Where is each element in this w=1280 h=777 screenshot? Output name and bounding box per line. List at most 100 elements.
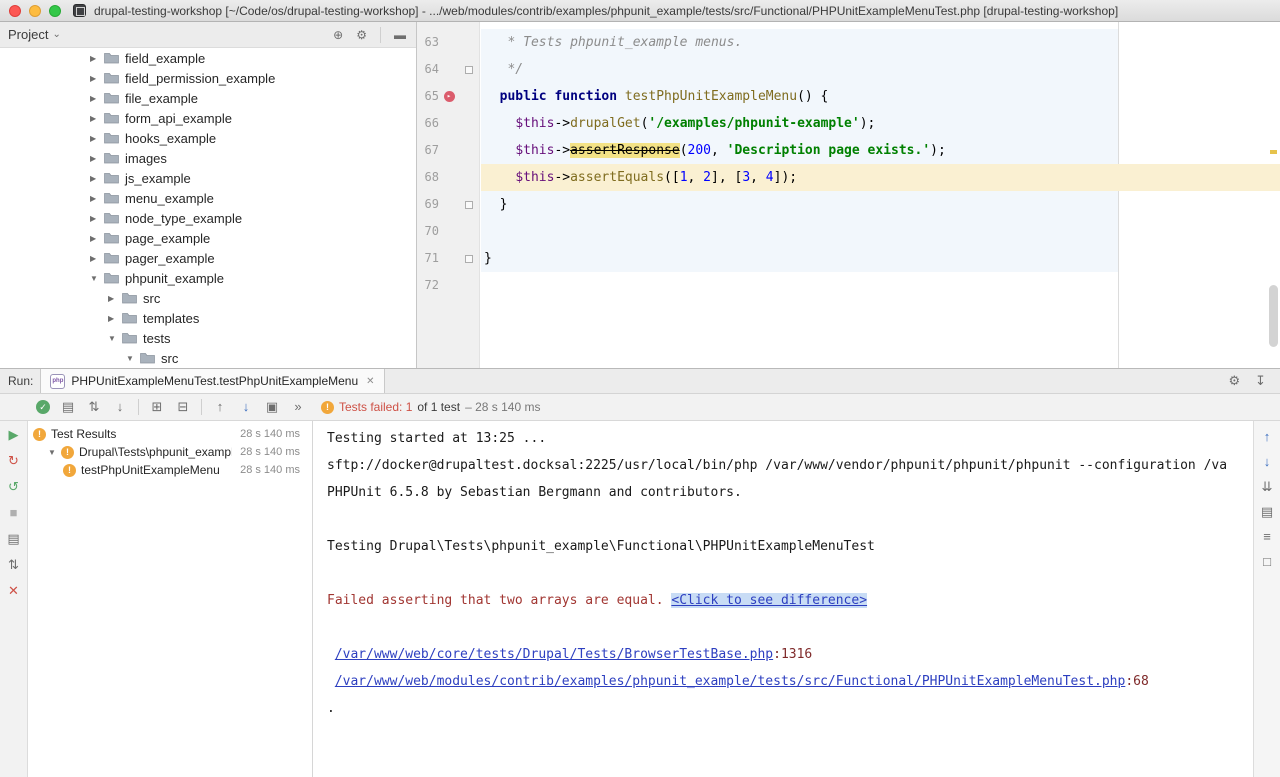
zoom-window-button[interactable] xyxy=(49,5,61,17)
tree-chevron-icon[interactable]: ▶ xyxy=(90,254,104,263)
minimize-window-button[interactable] xyxy=(29,5,41,17)
project-tree-item[interactable]: ▶ pager_example xyxy=(0,248,416,268)
code-text[interactable] xyxy=(480,218,484,245)
next-failed-test-icon[interactable]: ↓ xyxy=(238,399,254,415)
project-tree-item[interactable]: ▶ form_api_example xyxy=(0,108,416,128)
tree-chevron-icon[interactable]: ▶ xyxy=(90,74,104,83)
title-bar: drupal-testing-workshop [~/Code/os/drupa… xyxy=(0,0,1280,22)
console-text: . xyxy=(327,701,335,716)
project-tree-item[interactable]: ▶ file_example xyxy=(0,88,416,108)
tree-chevron-icon[interactable]: ▶ xyxy=(90,114,104,123)
project-tree-item[interactable]: ▶ node_type_example xyxy=(0,208,416,228)
pin-tab-icon[interactable]: ⇅ xyxy=(6,557,22,573)
test-tree-row[interactable]: ! testPhpUnitExampleMenu 28 s 140 ms xyxy=(28,461,312,479)
code-text[interactable] xyxy=(480,272,484,299)
rerun-failed-tests-icon[interactable]: ↻ xyxy=(6,453,22,469)
tree-chevron-icon[interactable]: ▶ xyxy=(90,234,104,243)
show-passed-icon[interactable]: ✓ xyxy=(36,400,50,414)
toggle-auto-test-icon[interactable]: ↺ xyxy=(6,479,22,495)
warning-stripe-mark[interactable] xyxy=(1270,150,1277,154)
stop-icon[interactable]: ■ xyxy=(6,505,22,521)
tree-chevron-icon[interactable]: ▶ xyxy=(108,314,122,323)
project-tree-item[interactable]: ▶ js_example xyxy=(0,168,416,188)
fold-marker-icon[interactable] xyxy=(465,66,473,74)
scroll-down-icon[interactable]: ↓ xyxy=(1259,454,1275,470)
settings-gear-icon[interactable]: ⚙ xyxy=(356,28,367,42)
scroll-up-icon[interactable]: ↑ xyxy=(1259,429,1275,445)
test-tree-row[interactable]: ▼ ! Drupal\Tests\phpunit_example\Functio… xyxy=(28,443,312,461)
project-tree-item[interactable]: ▼ phpunit_example xyxy=(0,268,416,288)
tree-chevron-icon[interactable]: ▶ xyxy=(90,214,104,223)
project-tree-item[interactable]: ▶ images xyxy=(0,148,416,168)
code-text[interactable]: } xyxy=(480,191,507,218)
tree-chevron-icon[interactable]: ▶ xyxy=(90,94,104,103)
tree-chevron-icon[interactable]: ▶ xyxy=(90,154,104,163)
run-tab[interactable]: php PHPUnitExampleMenuTest.testPhpUnitEx… xyxy=(40,369,384,393)
code-text[interactable]: */ xyxy=(480,56,523,83)
sort-by-duration-icon[interactable]: ↓ xyxy=(112,399,128,415)
hide-panel-icon[interactable]: ▬ xyxy=(394,28,406,42)
show-ignored-icon[interactable]: ▤ xyxy=(60,399,76,415)
test-tree-row[interactable]: ! Test Results 28 s 140 ms xyxy=(28,425,312,443)
project-tree-item[interactable]: ▶ src xyxy=(0,288,416,308)
close-window-button[interactable] xyxy=(9,5,21,17)
project-tree-item[interactable]: ▶ templates xyxy=(0,308,416,328)
editor-scrollbar[interactable] xyxy=(1269,285,1278,347)
print-console-icon[interactable]: ▤ xyxy=(1259,504,1275,520)
previous-failed-test-icon[interactable]: ↑ xyxy=(212,399,228,415)
console-link[interactable]: /var/www/web/core/tests/Drupal/Tests/Bro… xyxy=(335,647,773,662)
project-tree-item[interactable]: ▶ hooks_example xyxy=(0,128,416,148)
code-text[interactable]: $this->assertResponse(200, 'Description … xyxy=(480,137,946,164)
import-test-results-icon[interactable]: ▣ xyxy=(264,399,280,415)
close-icon[interactable]: ✕ xyxy=(6,583,22,599)
code-text[interactable]: $this->assertEquals([1, 2], [3, 4]); xyxy=(480,164,797,191)
tree-chevron-icon[interactable]: ▼ xyxy=(90,274,104,283)
tree-chevron-icon[interactable]: ▶ xyxy=(90,134,104,143)
tree-chevron-icon[interactable]: ▶ xyxy=(90,54,104,63)
code-text[interactable]: $this->drupalGet('/examples/phpunit-exam… xyxy=(480,110,875,137)
project-tree-item[interactable]: ▼ tests xyxy=(0,328,416,348)
more-options-chevrons-icon[interactable]: » xyxy=(290,399,306,415)
code-text[interactable]: } xyxy=(480,245,492,272)
tree-item-label: field_permission_example xyxy=(125,71,275,86)
sort-alphabetically-icon[interactable]: ⇅ xyxy=(86,399,102,415)
tree-chevron-icon[interactable]: ▶ xyxy=(90,174,104,183)
chevron-down-icon[interactable]: ⌄ xyxy=(52,29,60,40)
project-tree-item[interactable]: ▶ field_example xyxy=(0,48,416,68)
test-name: Test Results xyxy=(51,427,232,441)
clear-console-icon[interactable]: □ xyxy=(1259,554,1275,570)
settings-gear-icon[interactable]: ⚙ xyxy=(1228,373,1240,389)
failed-test-marker-icon[interactable] xyxy=(444,91,455,102)
project-tree-item[interactable]: ▶ page_example xyxy=(0,228,416,248)
fold-marker-icon[interactable] xyxy=(465,255,473,263)
console-line: Testing started at 13:25 ... xyxy=(327,425,1253,452)
console-text: Failed asserting that two arrays are equ… xyxy=(327,593,671,608)
rerun-tests-icon[interactable]: ▶ xyxy=(6,427,22,443)
tree-chevron-icon[interactable]: ▶ xyxy=(90,194,104,203)
gutter-cell: 70 xyxy=(417,218,480,245)
code-editor[interactable]: 63 * Tests phpunit_example menus. 64 */ … xyxy=(417,22,1280,368)
tree-chevron-icon[interactable]: ▼ xyxy=(48,448,61,457)
close-tab-icon[interactable]: ✕ xyxy=(366,376,374,387)
locate-file-icon[interactable]: ⊕ xyxy=(333,28,343,42)
console-link[interactable]: /var/www/web/modules/contrib/examples/ph… xyxy=(335,674,1126,689)
hide-panel-icon[interactable]: ↧ xyxy=(1255,373,1266,389)
fold-marker-icon[interactable] xyxy=(465,201,473,209)
soft-wrap-icon[interactable]: ≡ xyxy=(1259,529,1275,545)
tree-chevron-icon[interactable]: ▶ xyxy=(108,294,122,303)
test-history-icon[interactable]: ▤ xyxy=(6,531,22,547)
console-output[interactable]: Testing started at 13:25 ...sftp://docke… xyxy=(313,421,1253,777)
collapse-all-icon[interactable]: ⊟ xyxy=(175,399,191,415)
project-tree-item[interactable]: ▶ field_permission_example xyxy=(0,68,416,88)
console-link[interactable]: <Click to see difference> xyxy=(671,593,867,608)
tree-chevron-icon[interactable]: ▼ xyxy=(126,354,140,363)
project-tree-item[interactable]: ▼ src xyxy=(0,348,416,368)
code-text[interactable]: * Tests phpunit_example menus. xyxy=(480,29,742,56)
tree-chevron-icon[interactable]: ▼ xyxy=(108,334,122,343)
test-name: testPhpUnitExampleMenu xyxy=(81,463,232,477)
expand-all-icon[interactable]: ⊞ xyxy=(149,399,165,415)
project-tree-item[interactable]: ▶ menu_example xyxy=(0,188,416,208)
code-text[interactable]: public function testPhpUnitExampleMenu()… xyxy=(480,83,828,110)
project-panel-title[interactable]: Project xyxy=(8,27,48,42)
scroll-to-end-icon[interactable]: ⇊ xyxy=(1259,479,1275,495)
